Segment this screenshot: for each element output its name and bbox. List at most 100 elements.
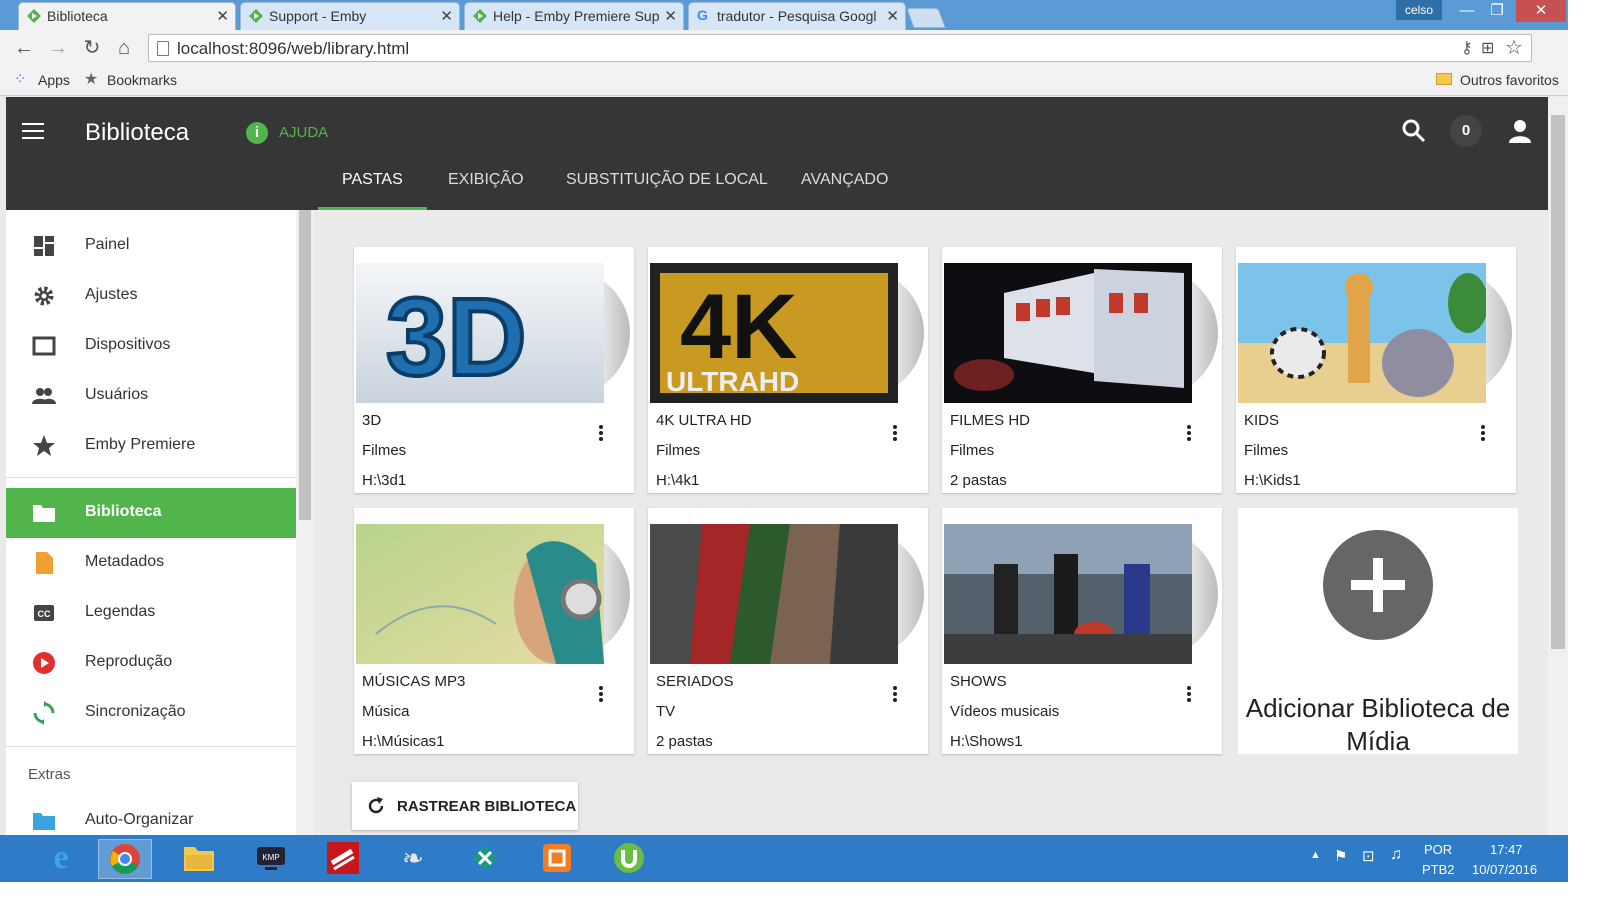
scrollbar-thumb[interactable] (1551, 115, 1565, 649)
sidebar-item-sincronizacao[interactable]: Sincronização (6, 688, 296, 738)
key-icon[interactable]: ⚷ (1461, 38, 1473, 58)
library-artwork[interactable] (356, 524, 604, 664)
window-close-icon[interactable]: ✕ (1516, 0, 1566, 22)
close-icon[interactable]: ✕ (216, 7, 229, 25)
user-icon[interactable] (1506, 117, 1534, 145)
more-options-icon[interactable] (1184, 684, 1194, 706)
help-link[interactable]: AJUDA (279, 124, 328, 141)
sidebar-item-biblioteca[interactable]: Biblioteca (6, 488, 296, 538)
library-artwork[interactable]: 4K ULTRAHD (650, 263, 898, 403)
more-options-icon[interactable] (1478, 423, 1488, 445)
browser-tab-tradutor[interactable]: G tradutor - Pesquisa Googl ✕ (688, 2, 906, 30)
sidebar-scrollbar[interactable] (296, 210, 314, 835)
browser-user-label[interactable]: celso (1396, 0, 1442, 20)
keyboard-layout[interactable]: PTB2 (1422, 862, 1455, 877)
library-card[interactable]: MÚSICAS MP3 Música H:\Músicas1 (354, 508, 634, 754)
library-card[interactable]: KIDS Filmes H:\Kids1 (1236, 247, 1516, 493)
network-icon[interactable]: ⊡ (1362, 847, 1375, 865)
sidebar-item-usuarios[interactable]: Usuários (6, 371, 296, 421)
library-type: Música (362, 703, 410, 720)
hamburger-menu-icon[interactable] (22, 123, 44, 139)
more-options-icon[interactable] (596, 423, 606, 445)
tray-arrow-icon[interactable]: ▲ (1310, 849, 1321, 861)
browser-tab-title: Biblioteca (47, 8, 108, 24)
sidebar-item-legendas[interactable]: CC Legendas (6, 588, 296, 638)
flag-icon[interactable]: ⚑ (1334, 847, 1347, 865)
info-icon[interactable]: i (246, 122, 268, 144)
bookmark-star-icon[interactable]: ☆ (1505, 35, 1523, 60)
library-card[interactable]: SERIADOS TV 2 pastas (648, 508, 928, 754)
more-options-icon[interactable] (1184, 423, 1194, 445)
tab-exibicao[interactable]: EXIBIÇÃO (448, 171, 524, 210)
emby-favicon-icon (249, 9, 263, 23)
tab-pastas[interactable]: PASTAS (318, 171, 427, 210)
sidebar-item-ajustes[interactable]: Ajustes (6, 271, 296, 321)
library-artwork[interactable] (944, 524, 1192, 664)
restore-icon[interactable]: ❐ (1482, 0, 1512, 22)
close-icon[interactable]: ✕ (664, 7, 677, 25)
search-icon[interactable] (1400, 117, 1428, 145)
browser-tab-biblioteca[interactable]: Biblioteca ✕ (18, 2, 236, 30)
notification-badge[interactable]: 0 (1450, 115, 1482, 147)
translate-icon[interactable]: ⊞ (1481, 38, 1494, 58)
more-options-icon[interactable] (890, 423, 900, 445)
file-explorer-icon[interactable] (172, 839, 226, 879)
close-icon[interactable]: ✕ (886, 7, 899, 25)
back-icon[interactable]: ← (12, 36, 36, 60)
tab-avancado[interactable]: AVANÇADO (801, 171, 888, 210)
forward-icon[interactable]: → (46, 36, 70, 60)
bookmark-other[interactable]: Outros favoritos (1460, 72, 1559, 88)
folder-icon (33, 813, 55, 830)
scrollbar-thumb[interactable] (299, 210, 311, 520)
home-icon[interactable]: ⌂ (112, 36, 136, 60)
gear-icon (34, 286, 54, 306)
reload-icon[interactable]: ↻ (80, 36, 104, 60)
puzzle-icon[interactable] (530, 839, 584, 879)
sidebar-item-painel[interactable]: Painel (6, 221, 296, 271)
library-artwork[interactable] (650, 524, 898, 664)
clock-date[interactable]: 10/07/2016 (1472, 862, 1537, 877)
browser-tab-support[interactable]: Support - Emby ✕ (240, 2, 460, 30)
close-icon[interactable]: ✕ (440, 7, 453, 25)
input-language[interactable]: POR (1424, 842, 1452, 857)
scorpion-icon[interactable]: ❧ (386, 839, 440, 879)
sidebar-item-metadados[interactable]: Metadados (6, 538, 296, 588)
library-artwork[interactable] (944, 263, 1192, 403)
page-scrollbar[interactable] (1548, 97, 1568, 835)
add-library-card[interactable]: Adicionar Biblioteca de Mídia (1238, 508, 1518, 756)
scan-library-button[interactable]: RASTREAR BIBLIOTECA (352, 782, 578, 830)
minimize-icon[interactable]: — (1452, 0, 1482, 22)
clock-time[interactable]: 17:47 (1490, 842, 1523, 857)
address-bar[interactable]: localhost:8096/web/library.html ⚷ ⊞ ☆ (148, 34, 1532, 62)
browser-toolbar: ← → ↻ ⌂ localhost:8096/web/library.html … (0, 30, 1568, 90)
library-artwork[interactable]: 3D (356, 263, 604, 403)
sidebar-item-dispositivos[interactable]: Dispositivos (6, 321, 296, 371)
more-options-icon[interactable] (596, 684, 606, 706)
library-card[interactable]: FILMES HD Filmes 2 pastas (942, 247, 1222, 493)
sidebar: Painel Ajustes Dispositivos Usuários Emb… (6, 210, 296, 835)
chrome-icon[interactable] (98, 839, 152, 879)
dashboard-icon (34, 236, 54, 256)
new-tab-button[interactable] (906, 8, 946, 28)
more-options-icon[interactable] (890, 684, 900, 706)
bug-icon[interactable] (458, 839, 512, 879)
emby-icon[interactable] (316, 839, 370, 879)
sidebar-item-auto-organizar[interactable]: Auto-Organizar (6, 796, 296, 835)
library-card[interactable]: 3D 3D Filmes H:\3d1 (354, 247, 634, 493)
utorrent-icon[interactable] (602, 839, 656, 879)
tab-substituicao[interactable]: SUBSTITUIÇÃO DE LOCAL (566, 171, 768, 210)
internet-explorer-icon[interactable]: e (34, 839, 88, 879)
page-title: Biblioteca (85, 119, 190, 146)
volume-icon[interactable]: ♫ (1390, 846, 1402, 864)
library-artwork[interactable] (1238, 263, 1486, 403)
add-icon[interactable] (1323, 530, 1433, 640)
bookmark-bookmarks[interactable]: Bookmarks (107, 72, 177, 88)
library-card[interactable]: SHOWS Vídeos musicais H:\Shows1 (942, 508, 1222, 754)
media-player-icon[interactable]: KMP (244, 839, 298, 879)
library-name: SHOWS (950, 673, 1007, 690)
sidebar-item-emby-premiere[interactable]: Emby Premiere (6, 421, 296, 471)
library-card[interactable]: 4K ULTRAHD 4K ULTRA HD Filmes H:\4k1 (648, 247, 928, 493)
browser-tab-help[interactable]: Help - Emby Premiere Sup ✕ (464, 2, 684, 30)
bookmark-apps[interactable]: Apps (38, 72, 70, 88)
sidebar-item-reproducao[interactable]: Reprodução (6, 638, 296, 688)
